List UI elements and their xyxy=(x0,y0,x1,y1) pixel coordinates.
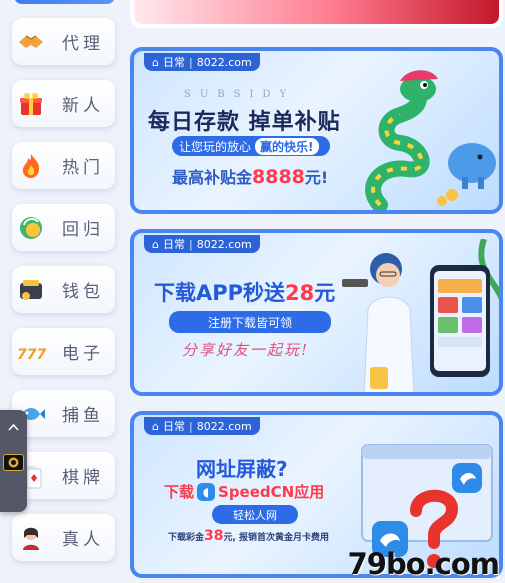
banner-pill: 注册下载皆可领 xyxy=(169,311,331,333)
banner-note: 下载彩金38元, 报销首次黄金月卡费用 xyxy=(168,528,330,544)
sidebar-item-return[interactable]: 回归 xyxy=(12,204,115,251)
slot-777-icon: 777 xyxy=(16,337,46,367)
banner-subtitle: SUBSIDY xyxy=(184,89,296,100)
banner-tag: ⌂ 日常 | 8022.com xyxy=(144,53,260,71)
house-icon: ⌂ xyxy=(152,237,159,251)
sidebar-item-label: 代理 xyxy=(62,34,104,54)
fire-icon xyxy=(16,151,46,181)
banner-tag: ⌂ 日常 | 8022.com xyxy=(144,417,260,435)
promo-banner-deposit-subsidy[interactable]: ⌂ 日常 | 8022.com SUBSIDY 每日存款 掉单补贴 让您玩的放心… xyxy=(130,47,503,214)
chevron-up-icon[interactable] xyxy=(8,416,19,435)
promo-banner-top-partial[interactable] xyxy=(130,0,503,28)
banner-script-text: 分享好友一起玩! xyxy=(182,341,310,359)
banner-pill: 轻松人网 xyxy=(212,505,298,524)
sidebar-item-newbie[interactable]: 新人 xyxy=(12,80,115,127)
house-icon: ⌂ xyxy=(152,55,159,69)
sidebar-item-live[interactable]: 真人 xyxy=(12,514,115,561)
banner-headline: 网址屏蔽? xyxy=(196,457,288,481)
sidebar-item-label: 棋牌 xyxy=(62,468,104,488)
gift-icon xyxy=(16,89,46,119)
sidebar-item-hot[interactable]: 热门 xyxy=(12,142,115,189)
sidebar-item-label: 回归 xyxy=(62,220,104,240)
snake-mascot-illustration xyxy=(365,70,496,210)
banner-headline: 下载APP秒送28元 xyxy=(154,281,336,305)
game-logo-icon xyxy=(3,454,24,471)
banner-headline: 每日存款 掉单补贴 xyxy=(148,110,341,135)
banner-tag: ⌂ 日常 | 8022.com xyxy=(144,235,260,253)
sidebar-item-label: 热门 xyxy=(62,158,104,178)
floating-side-tab[interactable] xyxy=(0,410,27,512)
banner-pill: 让您玩的放心 赢的快乐! xyxy=(172,136,330,156)
sidebar-item-label: 新人 xyxy=(62,96,104,116)
sidebar-item-agent[interactable]: 代理 xyxy=(12,18,115,65)
house-icon: ⌂ xyxy=(152,419,159,433)
site-watermark: 79bo.com xyxy=(347,547,500,581)
sidebar-item-slots[interactable]: 777 电子 xyxy=(12,328,115,375)
banner-download-line: 下载 ◖ SpeedCN应用 xyxy=(164,482,325,501)
promo-banner-app-download[interactable]: ⌂ 日常 | 8022.com 下载APP秒送28元 注册下载皆可领 分享好友一… xyxy=(130,229,503,396)
wallet-icon xyxy=(16,275,46,305)
sidebar-active-item-edge[interactable] xyxy=(14,0,115,4)
sidebar-item-label: 捕鱼 xyxy=(62,406,104,426)
agent-phone-illustration xyxy=(342,239,499,392)
handshake-icon xyxy=(16,27,46,57)
banner-max-bonus: 最高补贴金8888元! xyxy=(172,166,329,188)
sidebar-item-wallet[interactable]: 钱包 xyxy=(12,266,115,313)
sidebar-item-fishing[interactable]: 捕鱼 xyxy=(12,390,115,437)
sidebar-item-cards[interactable]: 棋牌 xyxy=(12,452,115,499)
sidebar-item-label: 钱包 xyxy=(62,282,104,302)
return-icon xyxy=(16,213,46,243)
sidebar-item-label: 电子 xyxy=(62,344,104,364)
sidebar-item-label: 真人 xyxy=(62,530,104,550)
speedcn-app-icon: ◖ xyxy=(197,482,216,501)
svg-text:777: 777 xyxy=(17,347,46,363)
live-dealer-icon xyxy=(16,523,46,553)
